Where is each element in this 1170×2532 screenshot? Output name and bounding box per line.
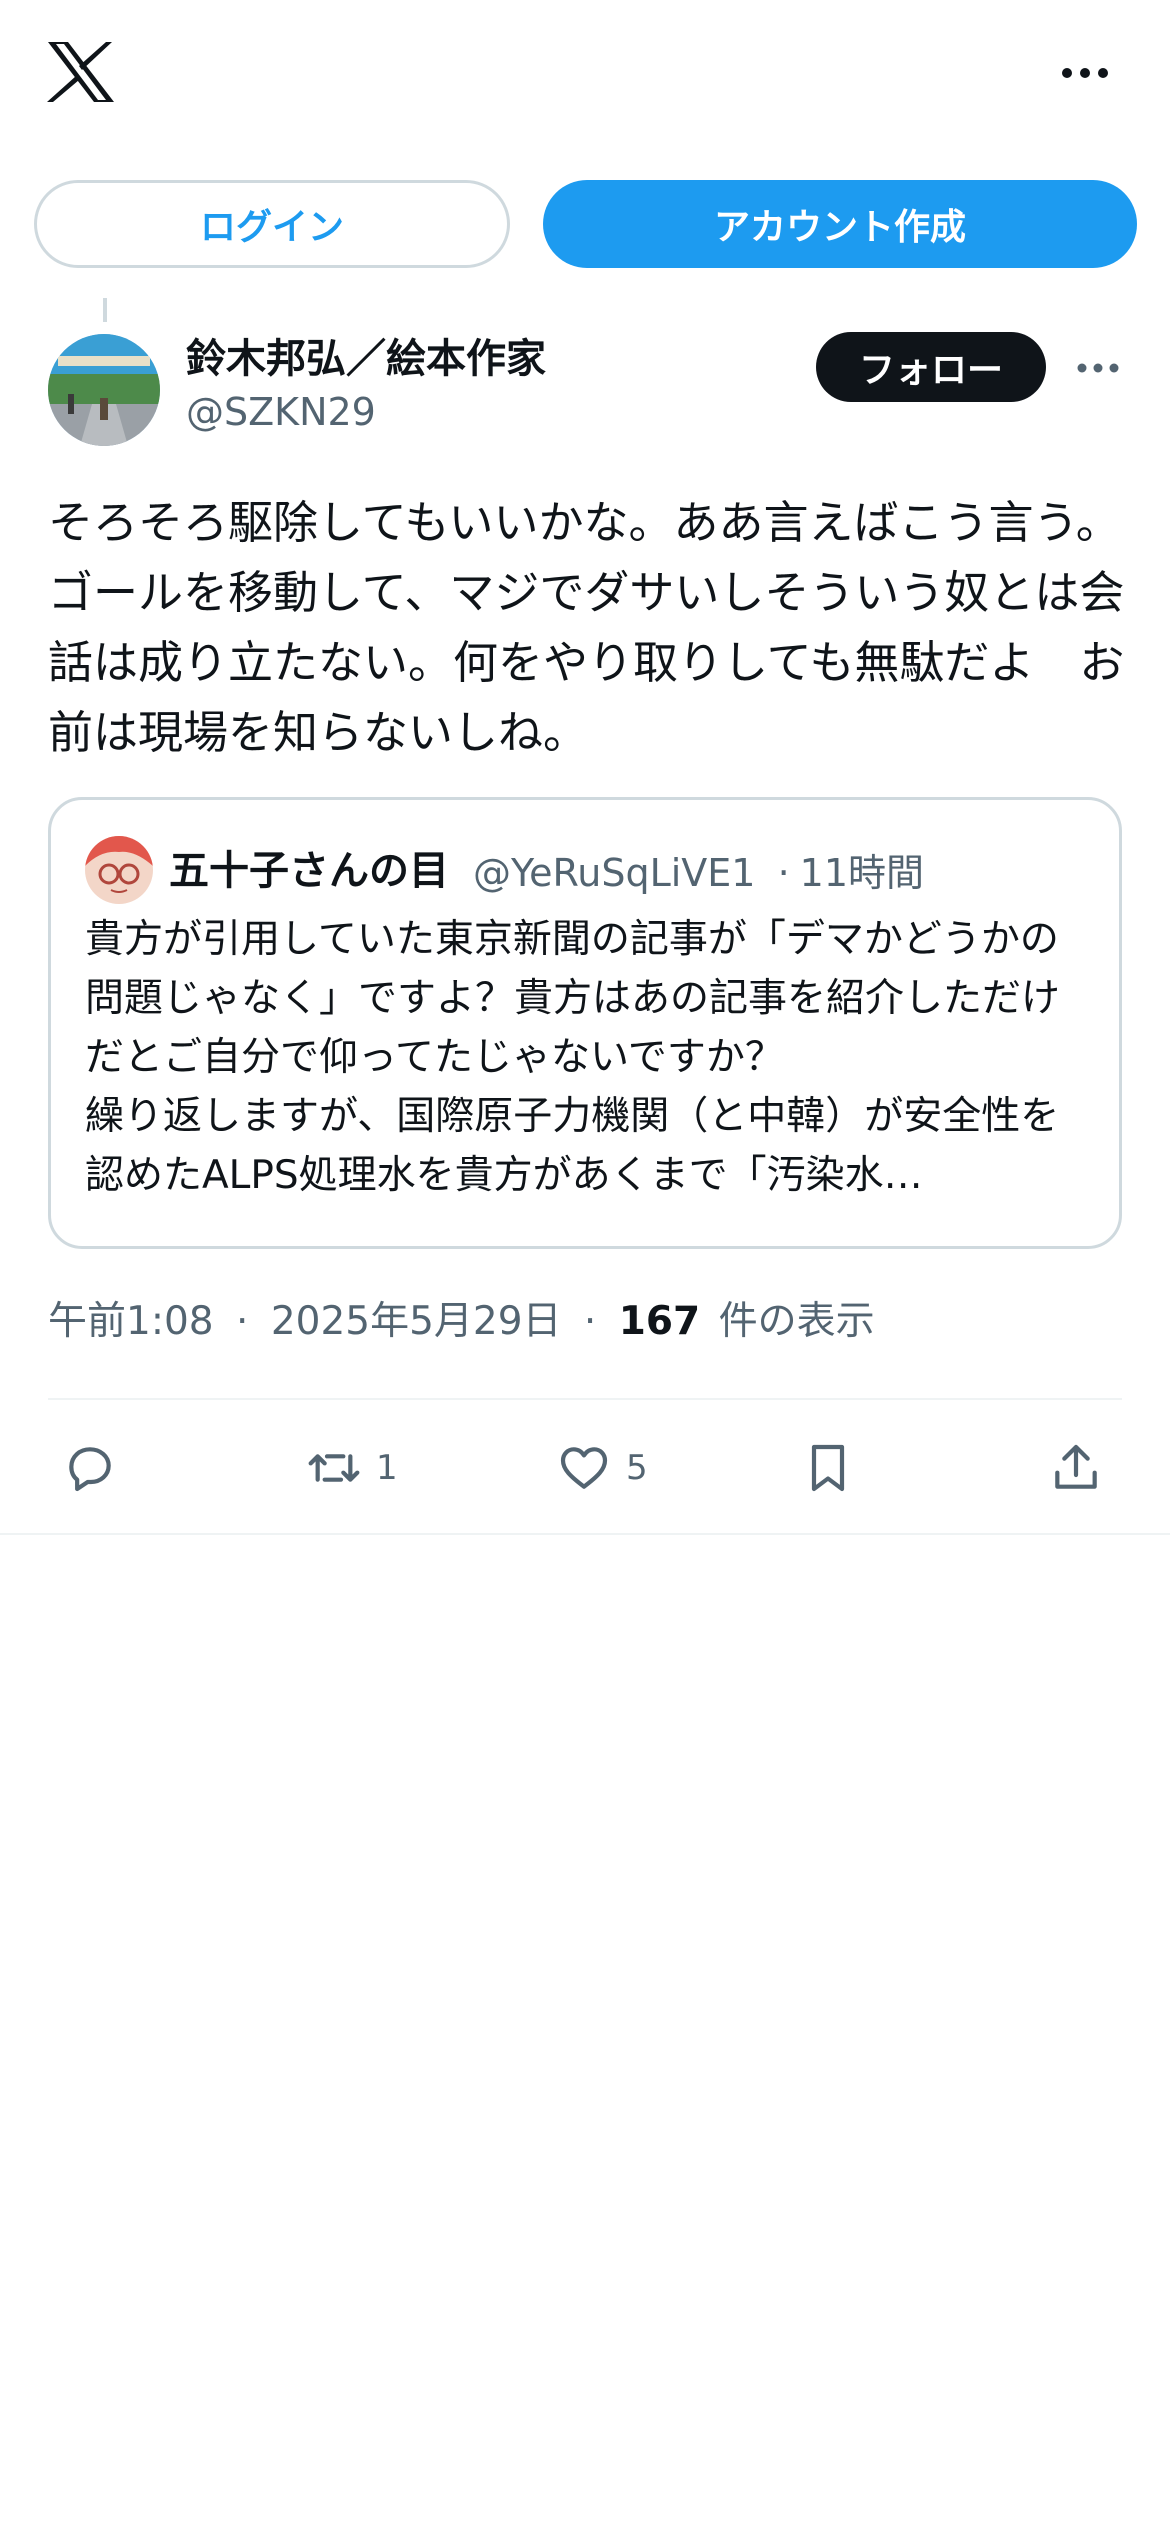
quoted-author-meta: @YeRuSqLiVE1 · 11時間	[473, 842, 924, 897]
post-meta: 午前1:08 · 2025年5月29日 · 167 件の表示	[48, 1290, 875, 1346]
action-bar: 1 5	[0, 1400, 1170, 1532]
follow-button[interactable]: フォロー	[816, 332, 1046, 402]
post-more-icon[interactable]	[1076, 356, 1120, 380]
quoted-author-name: 五十子さんの目	[169, 848, 449, 894]
author-name[interactable]: 鈴木邦弘／絵本作家	[186, 326, 546, 384]
author-handle[interactable]: @SZKN29	[186, 390, 376, 434]
like-button[interactable]: 5	[556, 1440, 648, 1496]
reply-button[interactable]	[62, 1440, 118, 1496]
create-account-button[interactable]: アカウント作成	[543, 180, 1137, 268]
more-horizontal-icon[interactable]	[1060, 58, 1110, 88]
heart-icon	[560, 1447, 608, 1489]
quoted-text: 貴方が引用していた東京新聞の記事が「デマかどうかの問題じゃなく」ですよ？貴方はあ…	[85, 917, 1061, 1198]
x-logo-icon[interactable]	[46, 40, 116, 104]
login-button[interactable]: ログイン	[34, 180, 510, 268]
like-count: 5	[626, 1448, 648, 1488]
meta-separator-2: ·	[583, 1299, 597, 1344]
quoted-author-avatar	[85, 836, 153, 904]
quoted-time: 11時間	[799, 851, 925, 895]
share-icon	[1055, 1444, 1097, 1489]
retweet-button[interactable]: 1	[306, 1440, 398, 1496]
quoted-separator: ·	[777, 851, 790, 895]
retweet-icon	[308, 1454, 360, 1482]
bookmark-button[interactable]	[800, 1440, 856, 1496]
quoted-post[interactable]: 五十子さんの目 @YeRuSqLiVE1 · 11時間 貴方が引用していた東京新聞…	[48, 797, 1122, 1249]
post-date[interactable]: 2025年5月29日	[271, 1299, 562, 1344]
top-bar	[0, 0, 1170, 150]
views-count: 167	[618, 1299, 701, 1344]
bottom-divider	[0, 1533, 1170, 1535]
post-text: そろそろ駆除してもいいかな。ああ言えばこう言う。ゴールを移動して、マジでダサいし…	[48, 496, 1125, 759]
bookmark-icon	[811, 1444, 845, 1492]
quoted-author-handle: @YeRuSqLiVE1	[473, 851, 756, 895]
thread-connector-line	[103, 298, 107, 322]
post-time[interactable]: 午前1:08	[48, 1299, 214, 1344]
retweet-count: 1	[376, 1448, 398, 1488]
author-avatar[interactable]	[48, 334, 160, 446]
share-button[interactable]	[1048, 1440, 1104, 1496]
reply-icon	[69, 1447, 111, 1492]
views-label: 件の表示	[718, 1299, 875, 1344]
meta-separator: ·	[236, 1299, 249, 1344]
